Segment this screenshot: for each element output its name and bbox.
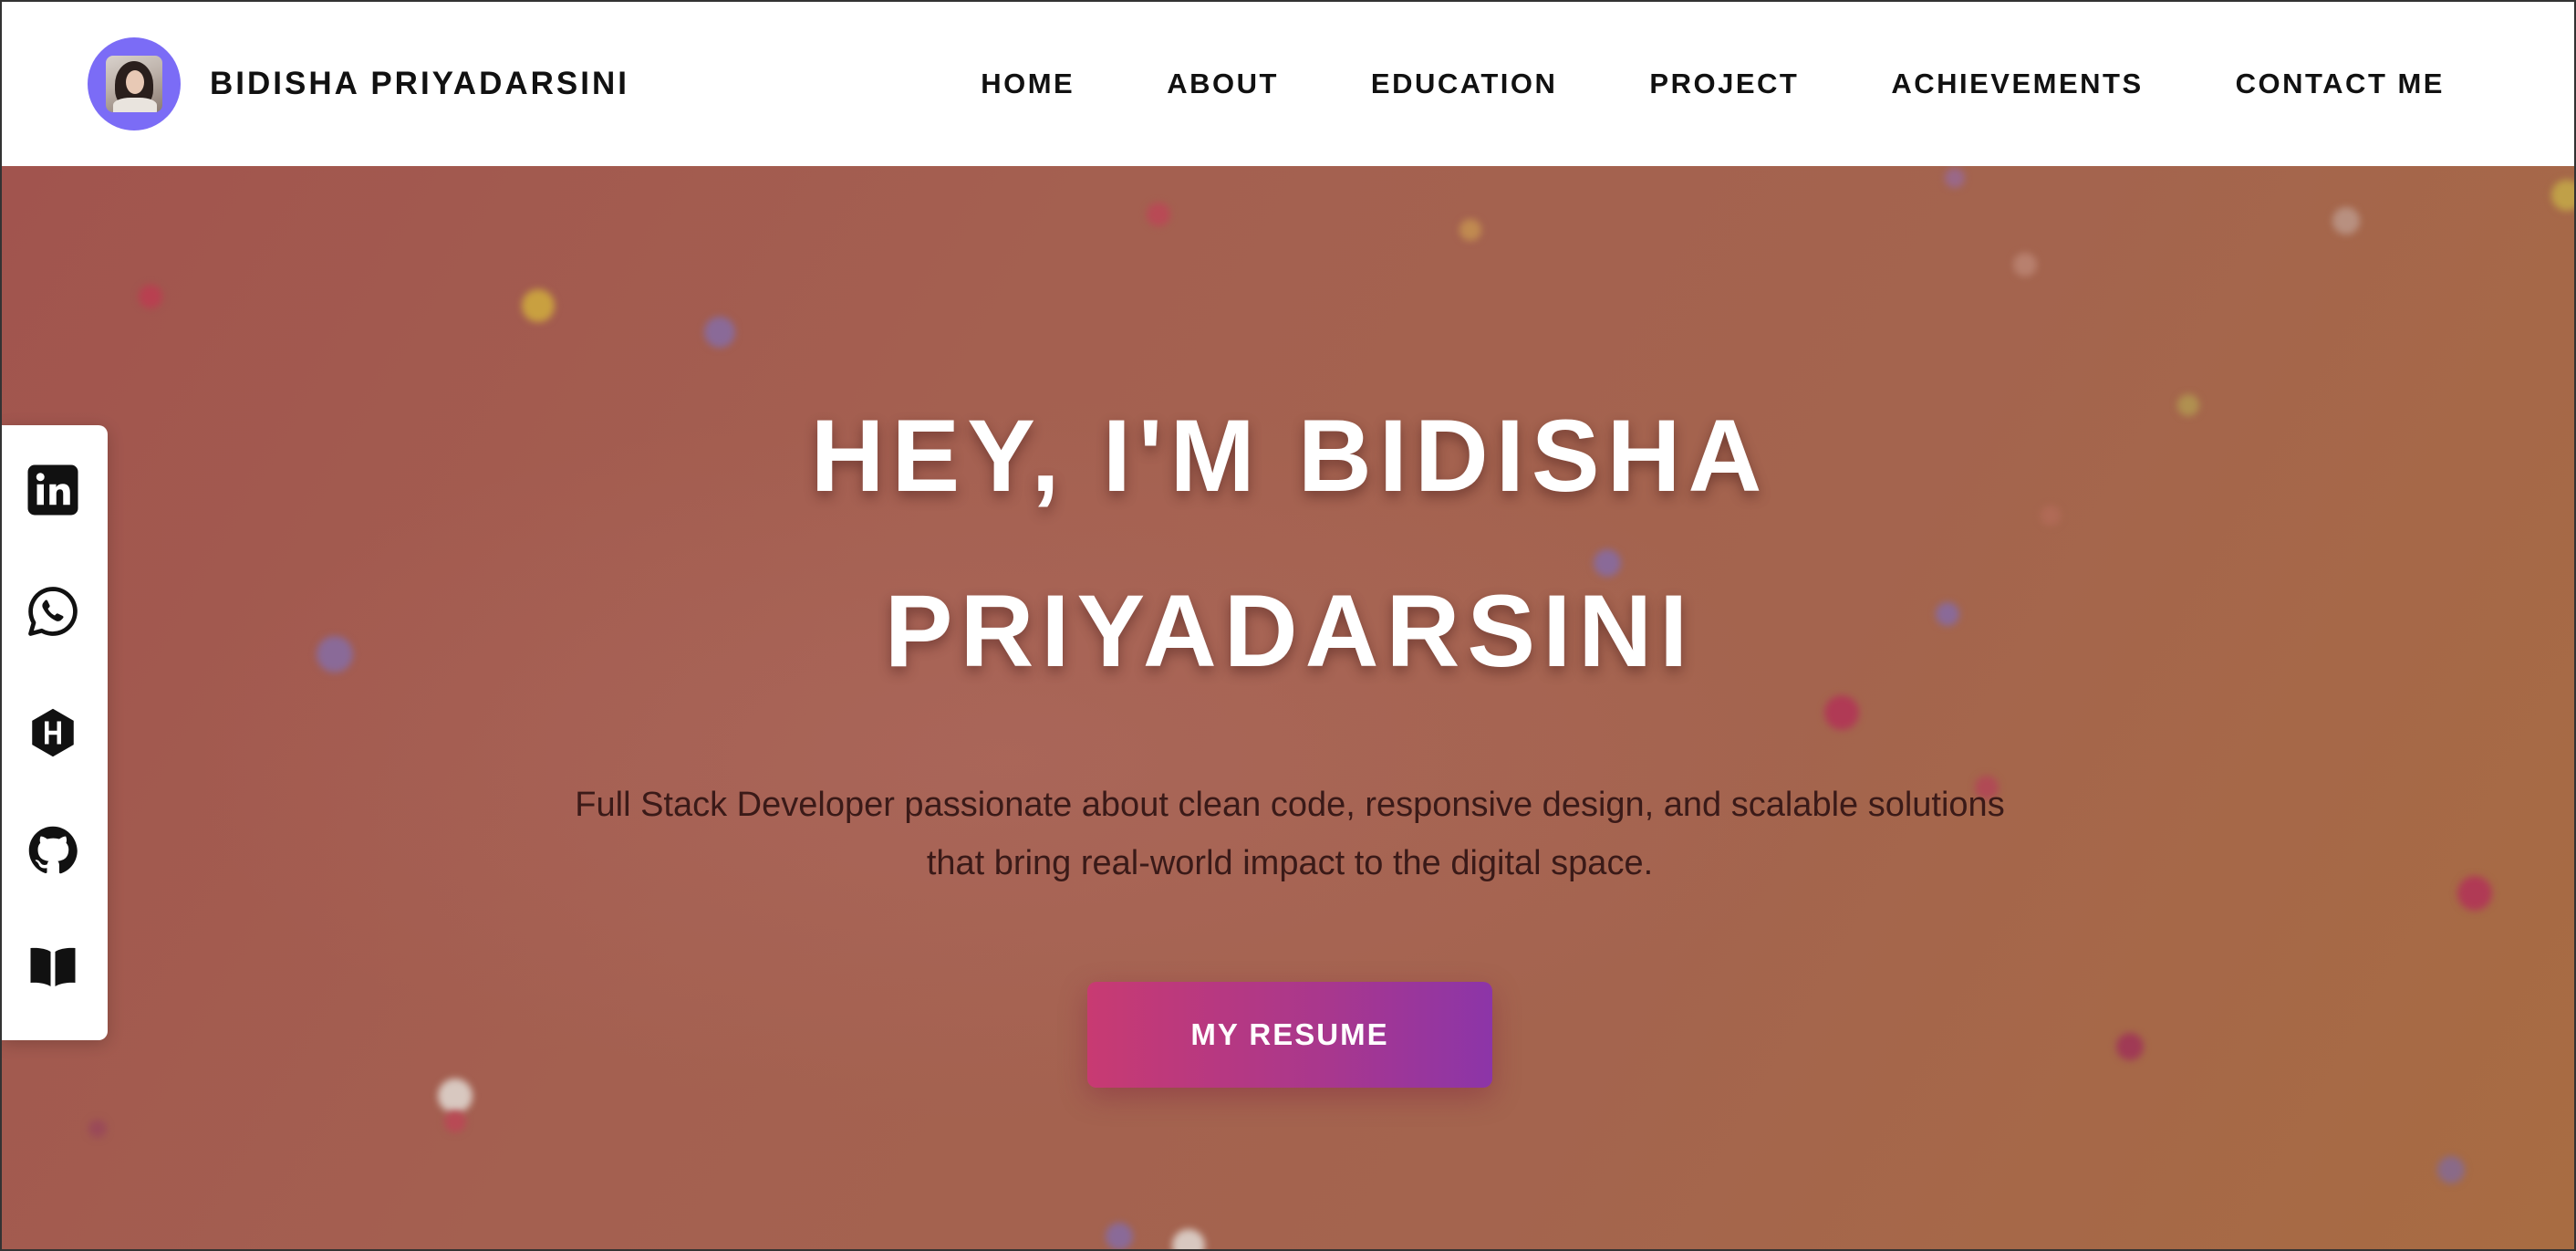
nav-item-about[interactable]: ABOUT xyxy=(1167,68,1279,100)
profile-photo-icon xyxy=(106,56,162,112)
nav-menu: HOME ABOUT EDUCATION PROJECT ACHIEVEMENT… xyxy=(981,2,2445,166)
nav-item-home[interactable]: HOME xyxy=(981,68,1075,100)
brand-name: BIDISHA PRIYADARSINI xyxy=(210,66,629,101)
linkedin-icon xyxy=(27,464,78,516)
particle-dot xyxy=(438,1079,473,1113)
hero-section: HEY, I'M BIDISHA PRIYADARSINI Full Stack… xyxy=(2,166,2574,1249)
particle-dot xyxy=(2551,180,2574,211)
nav-item-project[interactable]: PROJECT xyxy=(1649,68,1799,100)
particle-dot xyxy=(1945,168,1965,188)
hackerrank-icon xyxy=(32,708,74,757)
avatar xyxy=(88,37,181,130)
particle-dot xyxy=(2013,253,2037,276)
particle-dot xyxy=(1459,219,1481,241)
nav-item-contact-me[interactable]: CONTACT ME xyxy=(2236,68,2445,100)
whatsapp-link[interactable] xyxy=(24,582,82,641)
particle-dot xyxy=(444,1110,466,1132)
particle-dot xyxy=(1824,695,1859,730)
brand[interactable]: BIDISHA PRIYADARSINI xyxy=(88,36,629,131)
hackerrank-link[interactable] xyxy=(24,704,82,762)
hero-subtitle-line-1: Full Stack Developer passionate about cl… xyxy=(575,786,2005,824)
particle-dot xyxy=(522,289,555,322)
particle-dot xyxy=(2437,1156,2465,1183)
nav-item-achievements[interactable]: ACHIEVEMENTS xyxy=(1891,68,2143,100)
linkedin-link[interactable] xyxy=(24,461,82,519)
particle-dot xyxy=(88,1120,107,1138)
my-resume-button[interactable]: MY RESUME xyxy=(1087,982,1492,1088)
blog-link[interactable] xyxy=(24,938,82,996)
hero-title-line-2: PRIYADARSINI xyxy=(884,574,1696,688)
browser-viewport: BIDISHA PRIYADARSINI HOME ABOUT EDUCATIO… xyxy=(0,0,2576,1251)
particle-dot xyxy=(1106,1223,1133,1249)
hero-subtitle-line-2: that bring real-world impact to the digi… xyxy=(926,844,1654,882)
particle-dot xyxy=(2457,876,2492,911)
nav-item-education[interactable]: EDUCATION xyxy=(1371,68,1557,100)
particle-dot xyxy=(139,285,162,308)
particle-dot xyxy=(2332,207,2360,235)
hero-title-line-1: HEY, I'M BIDISHA xyxy=(810,399,1770,513)
book-icon xyxy=(30,947,76,986)
particle-dot xyxy=(2116,1033,2144,1060)
particle-dot xyxy=(1147,203,1170,226)
social-links-sidebar xyxy=(2,425,108,1040)
github-link[interactable] xyxy=(24,821,82,880)
github-icon xyxy=(28,826,78,874)
particle-dot xyxy=(704,317,735,348)
whatsapp-icon xyxy=(28,587,78,636)
navbar: BIDISHA PRIYADARSINI HOME ABOUT EDUCATIO… xyxy=(2,2,2574,166)
particle-dot xyxy=(1172,1229,1205,1249)
